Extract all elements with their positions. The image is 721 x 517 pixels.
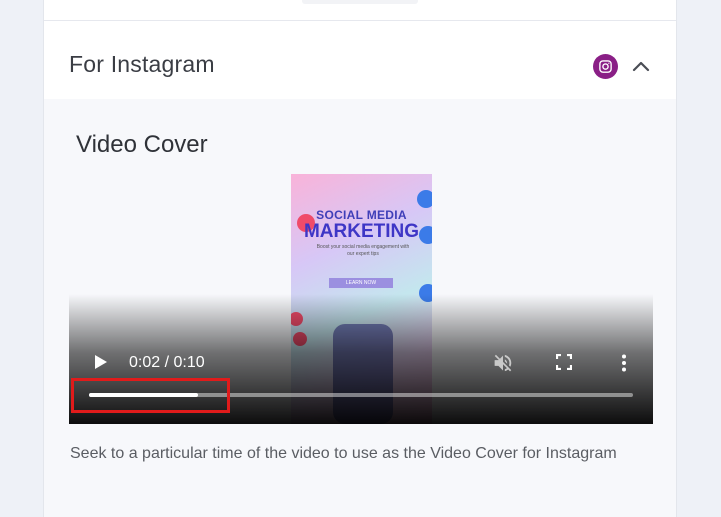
poster-headline-main: MARKETING [303, 221, 420, 242]
section-title: For Instagram [69, 51, 215, 77]
chevron-up-icon[interactable] [630, 55, 652, 77]
video-cover-help-text: Seek to a particular time of the video t… [70, 445, 617, 462]
time-display: 0:02 / 0:10 [129, 354, 205, 371]
instagram-section-header[interactable]: For Instagram [44, 22, 676, 99]
like-bubble-icon [417, 190, 432, 208]
previous-section-edge [44, 0, 676, 21]
instagram-icon [593, 54, 618, 79]
video-cover-panel: Video Cover SOCIAL MEDIA MARKETING Boost… [44, 99, 676, 517]
poster-headline-top: SOCIAL MEDIA [316, 208, 407, 222]
video-cover-title: Video Cover [76, 131, 208, 158]
more-vertical-icon[interactable] [620, 354, 628, 372]
settings-card: For Instagram Video Cover SOCIAL MEDIA M… [43, 0, 677, 517]
play-icon[interactable] [94, 354, 108, 370]
video-player[interactable]: SOCIAL MEDIA MARKETING Boost your social… [69, 174, 653, 424]
poster-cta: LEARN NOW [329, 278, 393, 288]
fullscreen-icon[interactable] [555, 353, 573, 371]
seek-bar-highlight [71, 378, 230, 413]
volume-muted-icon[interactable] [492, 352, 514, 374]
poster-blurb: Boost your social media engagement with … [316, 244, 410, 257]
previous-section-tab [302, 0, 418, 4]
